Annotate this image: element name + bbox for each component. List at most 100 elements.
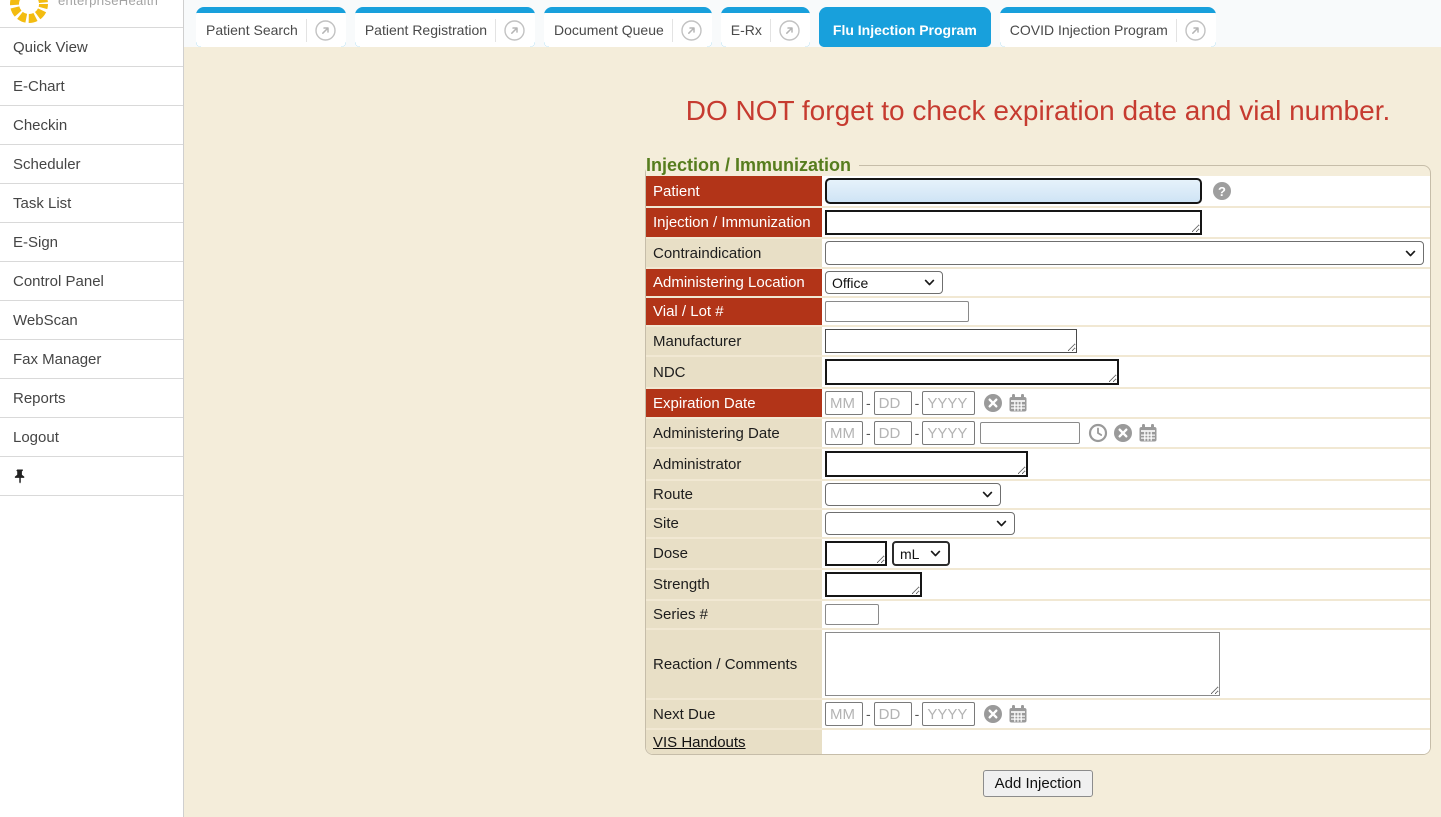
sidebar-item-quick-view[interactable]: Quick View — [0, 28, 183, 67]
tab-divider — [672, 19, 673, 42]
tab-label: Patient Registration — [365, 22, 487, 38]
add-injection-button[interactable]: Add Injection — [983, 770, 1094, 797]
date-separator: - — [866, 395, 871, 411]
chevron-down-icon — [929, 547, 942, 560]
sidebar-item-e-sign[interactable]: E-Sign — [0, 223, 183, 262]
form-legend: Injection / Immunization — [646, 155, 859, 176]
vial-lot-input[interactable] — [825, 301, 969, 322]
administering-month-input[interactable] — [825, 421, 863, 445]
dose-label: Dose — [646, 539, 822, 568]
tab-divider — [495, 19, 496, 42]
date-separator: - — [866, 706, 871, 722]
sidebar-item-e-chart[interactable]: E-Chart — [0, 67, 183, 106]
app-window: enterpriseHealth Quick View E-Chart Chec… — [0, 0, 1441, 817]
calendar-icon[interactable] — [1008, 704, 1028, 724]
expiration-day-input[interactable] — [874, 391, 912, 415]
tab-label: Flu Injection Program — [833, 22, 977, 38]
route-label: Route — [646, 481, 822, 508]
sidebar-item-scheduler[interactable]: Scheduler — [0, 145, 183, 184]
tab-bar: Patient Search Patient Registration Docu… — [184, 0, 1441, 47]
administering-date-inputs: - - — [825, 421, 975, 445]
manufacturer-label: Manufacturer — [646, 327, 822, 355]
expiration-date-row: Expiration Date - - — [646, 387, 1430, 417]
vis-handouts-row: VIS Handouts — [646, 728, 1430, 754]
date-separator: - — [915, 706, 920, 722]
sidebar-item-checkin[interactable]: Checkin — [0, 106, 183, 145]
clear-date-icon[interactable] — [983, 704, 1003, 724]
next-due-year-input[interactable] — [922, 702, 975, 726]
administering-time-input[interactable] — [980, 422, 1080, 444]
tab-divider — [306, 19, 307, 42]
site-select[interactable] — [825, 512, 1015, 535]
clear-date-icon[interactable] — [1113, 423, 1133, 443]
sidebar: enterpriseHealth Quick View E-Chart Chec… — [0, 0, 184, 817]
next-due-row: Next Due - - — [646, 698, 1430, 728]
administering-location-row: Administering Location Office — [646, 267, 1430, 296]
contraindication-select[interactable] — [825, 241, 1424, 265]
tab-label: COVID Injection Program — [1010, 22, 1168, 38]
strength-row: Strength — [646, 568, 1430, 599]
logo-gear-icon — [6, 0, 52, 27]
tab-patient-registration[interactable]: Patient Registration — [355, 7, 535, 47]
app-logo: enterpriseHealth — [0, 0, 183, 28]
injection-row: Injection / Immunization — [646, 206, 1430, 237]
injection-input[interactable] — [825, 210, 1202, 235]
dose-input[interactable] — [825, 541, 887, 566]
reaction-comments-input[interactable] — [825, 632, 1220, 696]
open-new-window-icon[interactable] — [779, 20, 800, 41]
vis-handouts-link[interactable]: VIS Handouts — [653, 734, 746, 751]
dose-unit-select[interactable]: mL — [892, 541, 950, 566]
administering-day-input[interactable] — [874, 421, 912, 445]
sidebar-item-webscan[interactable]: WebScan — [0, 301, 183, 340]
sidebar-item-reports[interactable]: Reports — [0, 379, 183, 418]
clock-icon[interactable] — [1088, 423, 1108, 443]
tab-document-queue[interactable]: Document Queue — [544, 7, 712, 47]
manufacturer-input[interactable] — [825, 329, 1077, 353]
open-new-window-icon[interactable] — [504, 20, 525, 41]
tab-label: Patient Search — [206, 22, 298, 38]
expiration-month-input[interactable] — [825, 391, 863, 415]
tab-flu-injection-program[interactable]: Flu Injection Program — [819, 7, 991, 47]
next-due-date-inputs: - - — [825, 702, 975, 726]
ndc-input[interactable] — [825, 359, 1119, 385]
brand-name: enterpriseHealth — [58, 0, 158, 8]
series-input[interactable] — [825, 604, 879, 625]
site-row: Site — [646, 508, 1430, 537]
open-new-window-icon[interactable] — [681, 20, 702, 41]
site-label: Site — [646, 510, 822, 537]
date-separator: - — [915, 395, 920, 411]
selected-value: mL — [900, 546, 925, 562]
sidebar-item-fax-manager[interactable]: Fax Manager — [0, 340, 183, 379]
calendar-icon[interactable] — [1138, 423, 1158, 443]
sidebar-pin-toggle[interactable] — [0, 457, 183, 496]
injection-form: Injection / Immunization Patient ? Injec… — [645, 155, 1431, 755]
open-new-window-icon[interactable] — [1185, 20, 1206, 41]
tab-patient-search[interactable]: Patient Search — [196, 7, 346, 47]
administering-location-select[interactable]: Office — [825, 271, 943, 294]
administering-date-row: Administering Date - - — [646, 417, 1430, 447]
strength-input[interactable] — [825, 572, 922, 597]
help-icon[interactable]: ? — [1213, 182, 1231, 200]
administering-date-label: Administering Date — [646, 419, 822, 447]
tab-divider — [1176, 19, 1177, 42]
route-select[interactable] — [825, 483, 1001, 506]
sidebar-item-task-list[interactable]: Task List — [0, 184, 183, 223]
calendar-icon[interactable] — [1008, 393, 1028, 413]
series-row: Series # — [646, 599, 1430, 628]
sidebar-item-control-panel[interactable]: Control Panel — [0, 262, 183, 301]
main-area: Patient Search Patient Registration Docu… — [184, 0, 1441, 817]
tab-covid-injection-program[interactable]: COVID Injection Program — [1000, 7, 1216, 47]
administrator-input[interactable] — [825, 451, 1028, 477]
expiration-year-input[interactable] — [922, 391, 975, 415]
clear-date-icon[interactable] — [983, 393, 1003, 413]
open-new-window-icon[interactable] — [315, 20, 336, 41]
sidebar-item-logout[interactable]: Logout — [0, 418, 183, 457]
route-row: Route — [646, 479, 1430, 508]
next-due-day-input[interactable] — [874, 702, 912, 726]
ndc-label: NDC — [646, 357, 822, 387]
next-due-month-input[interactable] — [825, 702, 863, 726]
tab-e-rx[interactable]: E-Rx — [721, 7, 810, 47]
warning-banner: DO NOT forget to check expiration date a… — [645, 95, 1431, 127]
patient-input[interactable] — [825, 178, 1202, 204]
administering-year-input[interactable] — [922, 421, 975, 445]
